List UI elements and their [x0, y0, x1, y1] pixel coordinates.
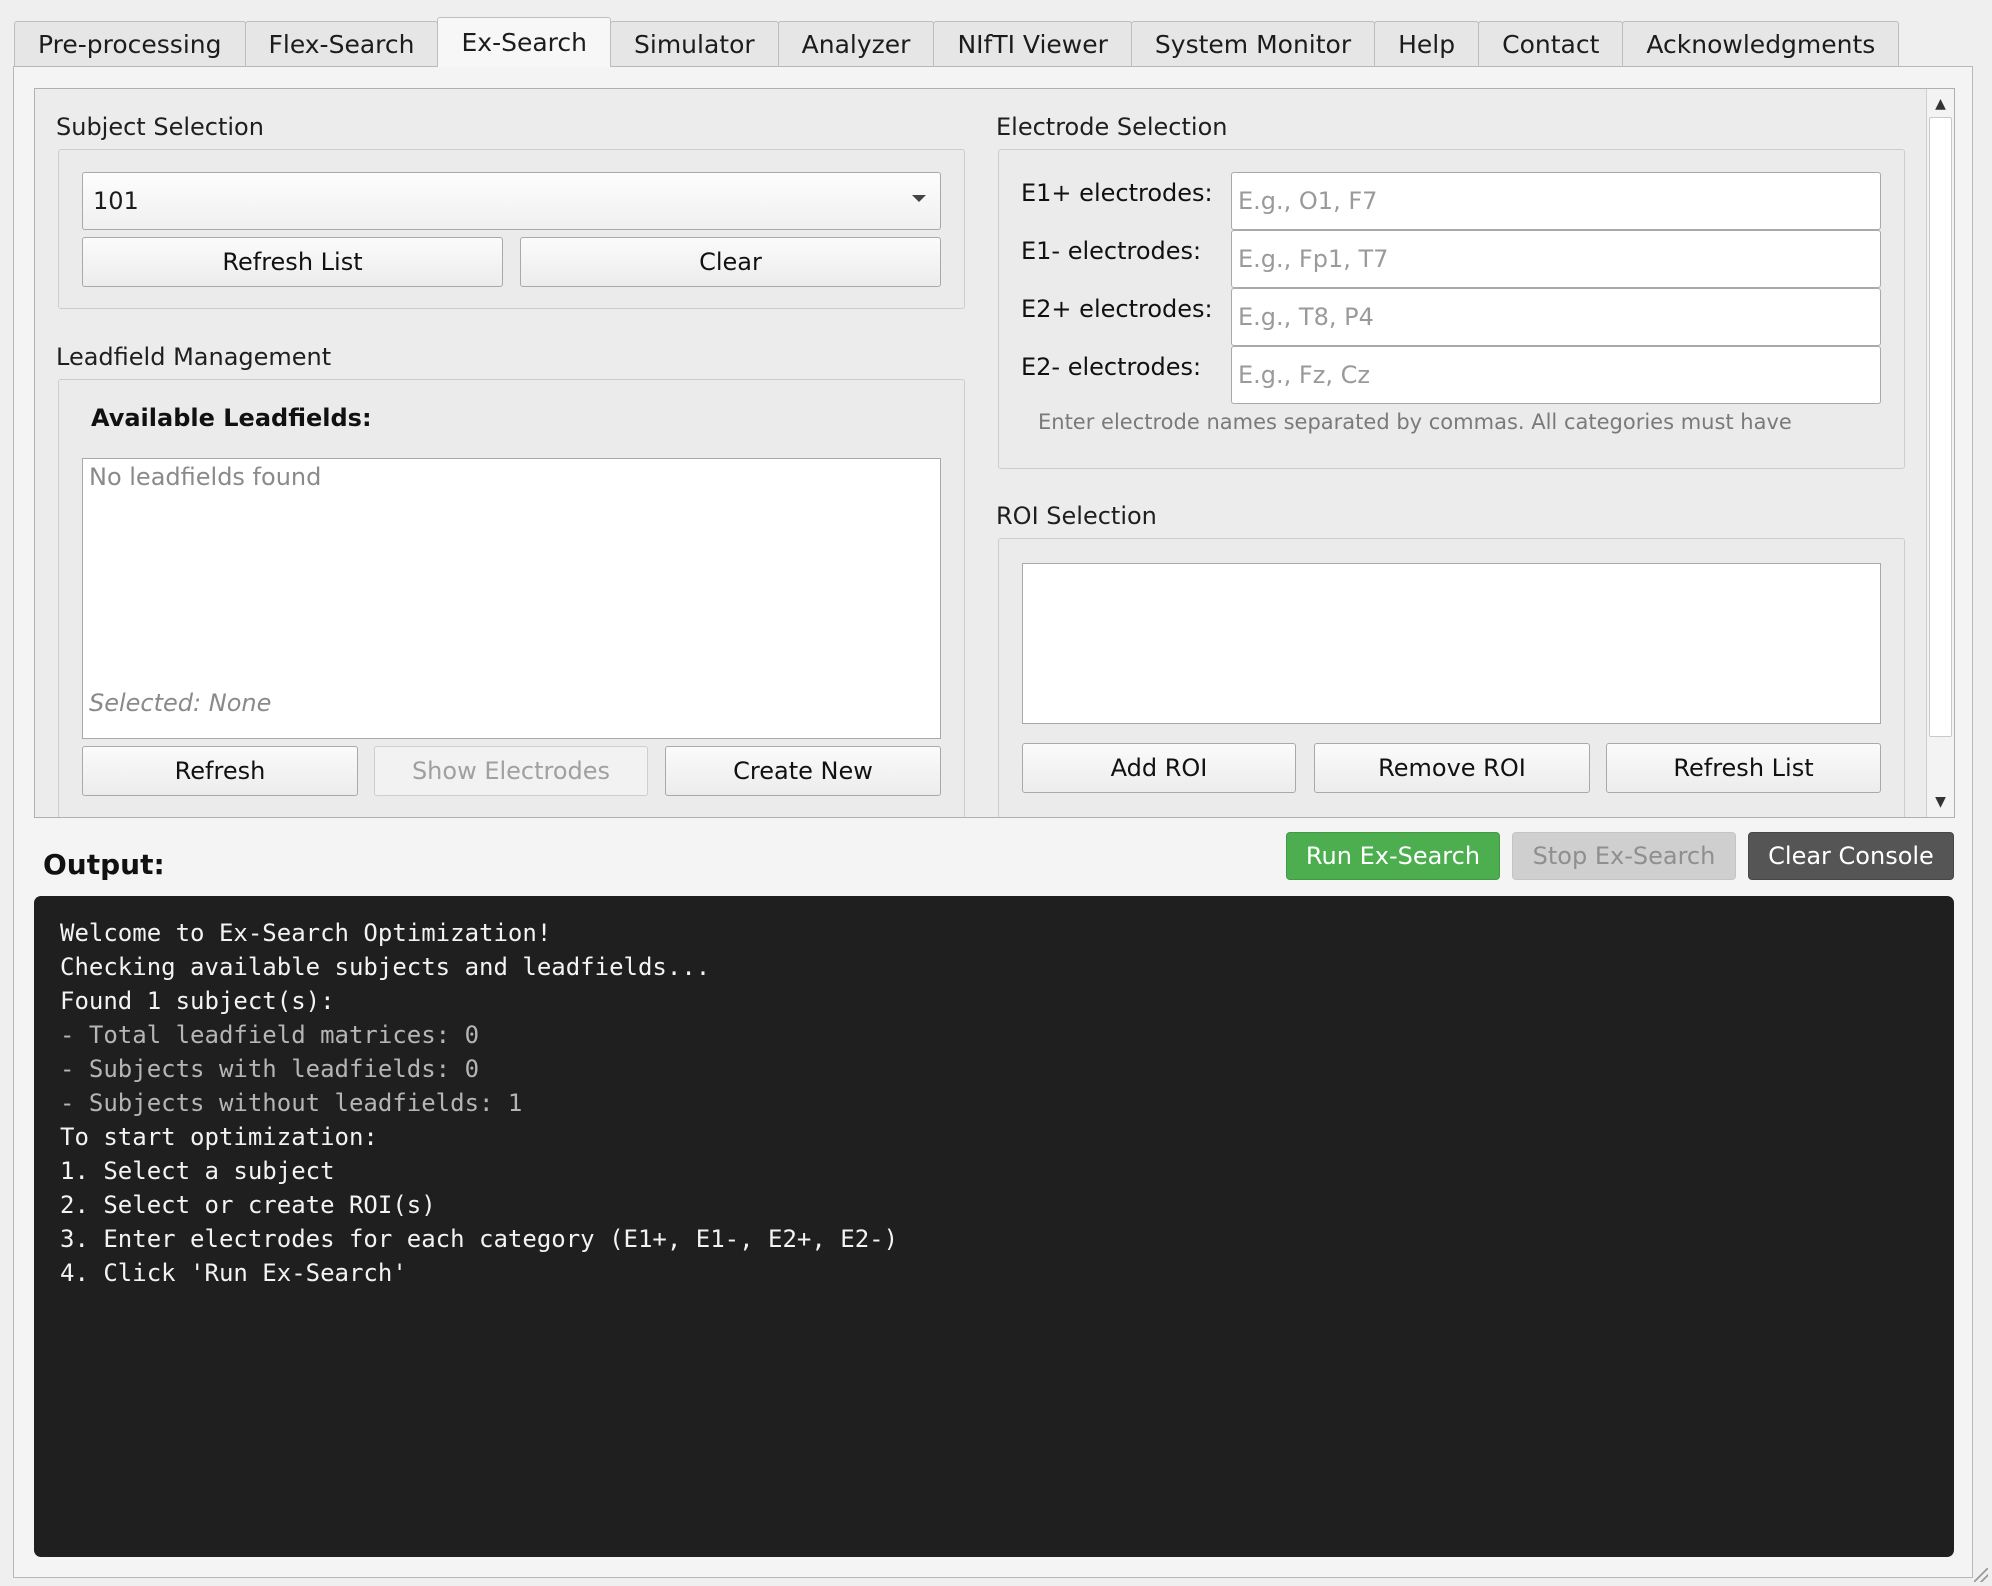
console-line: 4. Click 'Run Ex-Search' [60, 1259, 407, 1287]
output-console[interactable]: Welcome to Ex-Search Optimization! Checki… [34, 896, 1954, 1557]
scroll-up-arrow-icon[interactable]: ▲ [1927, 91, 1954, 117]
console-line: - Subjects with leadfields: 0 [60, 1055, 480, 1083]
roi-refresh-list-button[interactable]: Refresh List [1606, 743, 1881, 793]
tab-system-monitor[interactable]: System Monitor [1130, 21, 1376, 67]
subject-refresh-list-button[interactable]: Refresh List [82, 237, 503, 287]
subject-selection-title: Subject Selection [56, 113, 264, 141]
leadfield-management-group: Available Leadfields: No leadfields foun… [58, 379, 965, 817]
console-line: - Total leadfield matrices: 0 [60, 1021, 480, 1049]
e2-minus-input[interactable] [1231, 346, 1881, 404]
output-label: Output: [43, 848, 165, 881]
config-scroll-area: Subject Selection 101 Refresh List Clear… [34, 88, 1955, 818]
tab-ex-search[interactable]: Ex-Search [437, 17, 611, 67]
tab-bar: Pre-processing Flex-Search Ex-Search Sim… [14, 17, 1900, 67]
leadfield-list[interactable]: No leadfields found Selected: None [82, 458, 941, 739]
console-line: - Subjects without leadfields: 1 [60, 1089, 523, 1117]
tab-contact[interactable]: Contact [1478, 21, 1624, 67]
remove-roi-button[interactable]: Remove ROI [1314, 743, 1590, 793]
create-new-leadfield-button[interactable]: Create New [665, 746, 941, 796]
stop-ex-search-button[interactable]: Stop Ex-Search [1512, 832, 1736, 880]
leadfield-management-title: Leadfield Management [56, 343, 332, 371]
console-line: 1. Select a subject [60, 1157, 335, 1185]
tab-analyzer[interactable]: Analyzer [777, 21, 935, 67]
leadfield-selected-text: Selected: None [89, 689, 272, 717]
subject-combo-value: 101 [93, 187, 139, 215]
electrode-selection-title: Electrode Selection [996, 113, 1228, 141]
console-line: To start optimization: [60, 1123, 378, 1151]
tab-flex-search[interactable]: Flex-Search [244, 21, 439, 67]
run-ex-search-button[interactable]: Run Ex-Search [1286, 832, 1500, 880]
console-line: Checking available subjects and leadfiel… [60, 953, 711, 981]
tab-pre-processing[interactable]: Pre-processing [14, 21, 246, 67]
resize-grip-icon[interactable] [1974, 1568, 1988, 1582]
e1-minus-input[interactable] [1231, 230, 1881, 288]
roi-list[interactable] [1022, 563, 1881, 724]
e1-plus-input[interactable] [1231, 172, 1881, 230]
scroll-down-arrow-icon[interactable]: ▼ [1927, 789, 1954, 815]
subject-combo[interactable]: 101 [82, 172, 941, 230]
e1-minus-label: E1- electrodes: [1021, 237, 1202, 265]
console-line: 3. Enter electrodes for each category (E… [60, 1225, 899, 1253]
tab-nifti-viewer[interactable]: NIfTI Viewer [933, 21, 1132, 67]
roi-selection-title: ROI Selection [996, 502, 1157, 530]
subject-clear-button[interactable]: Clear [520, 237, 941, 287]
clear-console-button[interactable]: Clear Console [1748, 832, 1954, 880]
chevron-down-icon [912, 195, 926, 202]
add-roi-button[interactable]: Add ROI [1022, 743, 1296, 793]
tab-simulator[interactable]: Simulator [610, 21, 779, 67]
tab-acknowledgments[interactable]: Acknowledgments [1622, 21, 1900, 67]
vertical-scrollbar[interactable]: ▲ ▼ [1926, 89, 1954, 817]
e2-minus-label: E2- electrodes: [1021, 353, 1202, 381]
e2-plus-label: E2+ electrodes: [1021, 295, 1213, 323]
show-electrodes-button[interactable]: Show Electrodes [374, 746, 648, 796]
e1-plus-label: E1+ electrodes: [1021, 179, 1213, 207]
tab-help[interactable]: Help [1374, 21, 1480, 67]
console-line: 2. Select or create ROI(s) [60, 1191, 436, 1219]
leadfield-empty-text: No leadfields found [89, 463, 322, 491]
scrollbar-thumb[interactable] [1929, 117, 1952, 737]
e2-plus-input[interactable] [1231, 288, 1881, 346]
console-line: Welcome to Ex-Search Optimization! [60, 919, 552, 947]
electrode-hint-text: Enter electrode names separated by comma… [1038, 410, 1792, 434]
available-leadfields-heading: Available Leadfields: [91, 404, 372, 432]
leadfield-refresh-button[interactable]: Refresh [82, 746, 358, 796]
console-line: Found 1 subject(s): [60, 987, 335, 1015]
subject-selection-group: 101 Refresh List Clear [58, 149, 965, 309]
roi-selection-group: Add ROI Remove ROI Refresh List [998, 538, 1905, 817]
electrode-selection-group: E1+ electrodes: E1- electrodes: E2+ elec… [998, 149, 1905, 469]
